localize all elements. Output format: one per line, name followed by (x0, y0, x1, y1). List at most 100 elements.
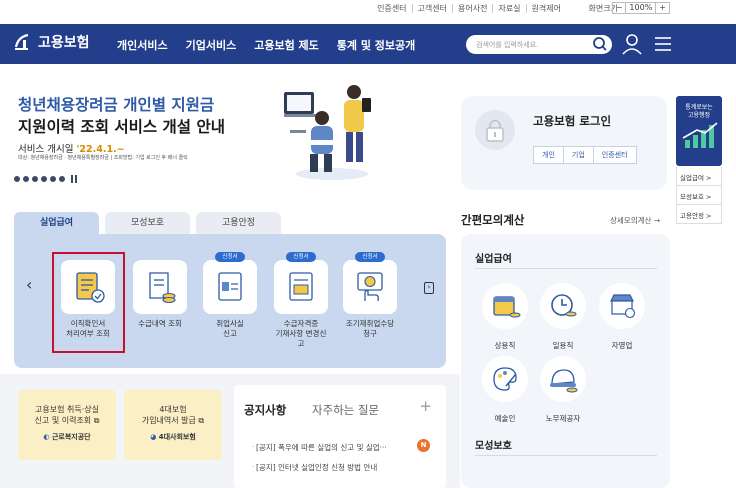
calc-item-label: 상용직 (494, 341, 516, 350)
banner-dot[interactable] (14, 176, 20, 182)
insurance-history-card[interactable]: 고용보험 취득·상실 신고 및 이력조회 ⧉ ◐ 근로복지공단 (18, 390, 116, 460)
palette-icon (482, 356, 528, 402)
search-icon[interactable] (592, 36, 608, 52)
card-a-org: ◐ 근로복지공단 (18, 432, 116, 443)
login-personal-button[interactable]: 개인 (534, 147, 563, 163)
menu-icon[interactable] (654, 36, 672, 52)
side-quick-links: 실업급여 > 모성보호 > 고용안정 > (676, 167, 722, 224)
search-input[interactable]: 검색어를 입력하세요. (466, 35, 612, 54)
bullet-icon: · (252, 443, 255, 451)
calc-section-unemployment: 실업급여 (475, 254, 512, 265)
social-insurance-logo-icon: ◕ (150, 433, 159, 441)
main-header: 고용보험 개인서비스 기업서비스 고용보험 제도 통계 및 정보공개 검색어를 … (0, 24, 736, 64)
service-item-early-reemployment[interactable]: 신청서 조기재취업수당 청구 (342, 252, 398, 339)
bullet-icon: · (252, 463, 255, 471)
calc-item-label: 노무제공자 (545, 414, 581, 423)
user-icon[interactable] (622, 33, 642, 55)
login-business-button[interactable]: 기업 (562, 147, 593, 163)
calc-item-artist[interactable]: 예술인 (479, 356, 531, 424)
chart-up-icon (682, 122, 718, 148)
chevron-right-icon[interactable]: › (424, 282, 434, 294)
side-link-unemployment[interactable]: 실업급여 > (676, 167, 722, 186)
calc-detail-link[interactable]: 상세모의계산 → (610, 215, 660, 226)
statistics-banner-line1: 통계로보는 (685, 104, 713, 111)
utility-link-remote[interactable]: 원격제어 (525, 4, 566, 13)
site-logo[interactable]: 고용보험 (14, 32, 90, 52)
notice-item[interactable]: [공지] 폭우에 따른 실업의 신고 및 실업··· (256, 442, 387, 453)
banner-dot[interactable] (50, 176, 56, 182)
service-tabs: 실업급여 모성보호 고용안정 (14, 212, 287, 234)
banner-dot[interactable] (32, 176, 38, 182)
application-tag: 신청서 (215, 252, 245, 262)
nav-item-statistics[interactable]: 통계 및 정보공개 (337, 37, 416, 53)
tab-unemployment[interactable]: 실업급여 (14, 212, 99, 234)
hero-illustration (284, 85, 371, 180)
service-item-payment-history[interactable]: 수급내역 조회 (132, 260, 188, 329)
logo-text: 고용보험 (38, 35, 90, 51)
lock-icon (475, 110, 515, 150)
highlight-box (52, 252, 125, 353)
banner-dot[interactable] (23, 176, 29, 182)
zoom-value: 100% (625, 3, 655, 13)
notice-item[interactable]: [공지] 인터넷 실업인정 신청 방법 안내 (256, 462, 377, 473)
four-insurance-card[interactable]: 4대보험 가입내역서 발급 ⧉ ◕ 4대사회보험 (124, 390, 222, 460)
service-item-employment-report[interactable]: 신청서 취업사실 신고 (202, 252, 258, 339)
tab-maternity[interactable]: 모성보호 (105, 212, 190, 234)
tab-employment[interactable]: 고용안정 (196, 212, 281, 234)
statistics-banner[interactable]: 통계로보는 고용행정 (676, 96, 722, 166)
clock-icon (540, 283, 586, 329)
card-b-line2: 가입내역서 발급 ⧉ (141, 416, 205, 425)
calc-section-maternity: 모성보호 (475, 441, 512, 452)
calc-title: 간편모의계산 (461, 213, 525, 227)
utility-link-cert[interactable]: 인증센터 (372, 4, 411, 13)
service-label: 수급자격증 기재사항 변경신고 (275, 319, 327, 348)
utility-link-glossary[interactable]: 용어사전 (452, 4, 492, 13)
login-card: 고용보험 로그인 개인 기업 인증센터 (461, 96, 667, 190)
login-title: 고용보험 로그인 (533, 114, 612, 128)
nav-item-system[interactable]: 고용보험 제도 (254, 37, 319, 53)
notice-board: 공지사항 자주하는 질문 + · [공지] 폭우에 따른 실업의 신고 및 실업… (234, 385, 446, 488)
banner-dot[interactable] (41, 176, 47, 182)
side-link-employment[interactable]: 고용안정 > (676, 205, 722, 224)
search-placeholder: 검색어를 입력하세요. (476, 41, 539, 49)
form-document-icon: 신청서 (203, 252, 257, 314)
helmet-icon (540, 356, 586, 402)
calc-item-regular[interactable]: 상용직 (479, 283, 531, 351)
card-a-line1: 고용보험 취득·상실 (35, 405, 99, 414)
calc-item-self-employed[interactable]: 자영업 (596, 283, 648, 351)
login-cert-button[interactable]: 인증센터 (592, 147, 636, 163)
zoom-out-button[interactable]: − (613, 3, 626, 13)
form-edit-icon: 신청서 (274, 252, 328, 314)
more-plus-icon[interactable]: + (419, 397, 432, 415)
divider (475, 268, 657, 269)
login-buttons: 개인 기업 인증센터 (533, 146, 637, 164)
coin-hand-icon: 신청서 (343, 252, 397, 314)
tab-notice[interactable]: 공지사항 (244, 402, 286, 418)
nav-item-business[interactable]: 기업서비스 (186, 37, 237, 53)
hero-title-line2[interactable]: 지원이력 조회 서비스 개설 안내 (18, 115, 225, 137)
calc-item-daily[interactable]: 일용직 (537, 283, 589, 351)
application-tag: 신청서 (286, 252, 316, 262)
banner-pagination (14, 175, 77, 183)
logo-mark-icon (14, 33, 29, 50)
tab-faq[interactable]: 자주하는 질문 (312, 402, 379, 418)
hero-date: 서비스 개시일 '22.4.1.~ (18, 141, 125, 155)
side-link-maternity[interactable]: 모성보호 > (676, 186, 722, 205)
calc-item-label: 일용직 (552, 341, 574, 350)
calc-item-label: 자영업 (611, 341, 633, 350)
service-item-eligibility-change[interactable]: 신청서 수급자격증 기재사항 변경신고 (273, 252, 329, 349)
calc-item-labor-provider[interactable]: 노무제공자 (537, 356, 589, 424)
service-label: 수급내역 조회 (138, 319, 182, 328)
banner-dot[interactable] (59, 176, 65, 182)
utility-link-support[interactable]: 고객센터 (411, 4, 452, 13)
chevron-left-icon[interactable]: ‹ (26, 275, 32, 294)
card-b-org-label: 4대사회보험 (158, 433, 196, 441)
hero-title-line1[interactable]: 청년채용장려금 개인별 지원금 (18, 95, 214, 115)
service-label: 조기재취업수당 청구 (345, 319, 395, 338)
pause-icon[interactable] (71, 175, 77, 183)
zoom-in-button[interactable]: + (655, 3, 669, 13)
main-nav: 개인서비스 기업서비스 고용보험 제도 통계 및 정보공개 (117, 37, 415, 53)
utility-link-resources[interactable]: 자료실 (492, 4, 525, 13)
utility-bar: 인증센터 고객센터 용어사전 자료실 원격제어 화면크기 − 100% + (0, 0, 736, 20)
nav-item-personal[interactable]: 개인서비스 (117, 37, 168, 53)
